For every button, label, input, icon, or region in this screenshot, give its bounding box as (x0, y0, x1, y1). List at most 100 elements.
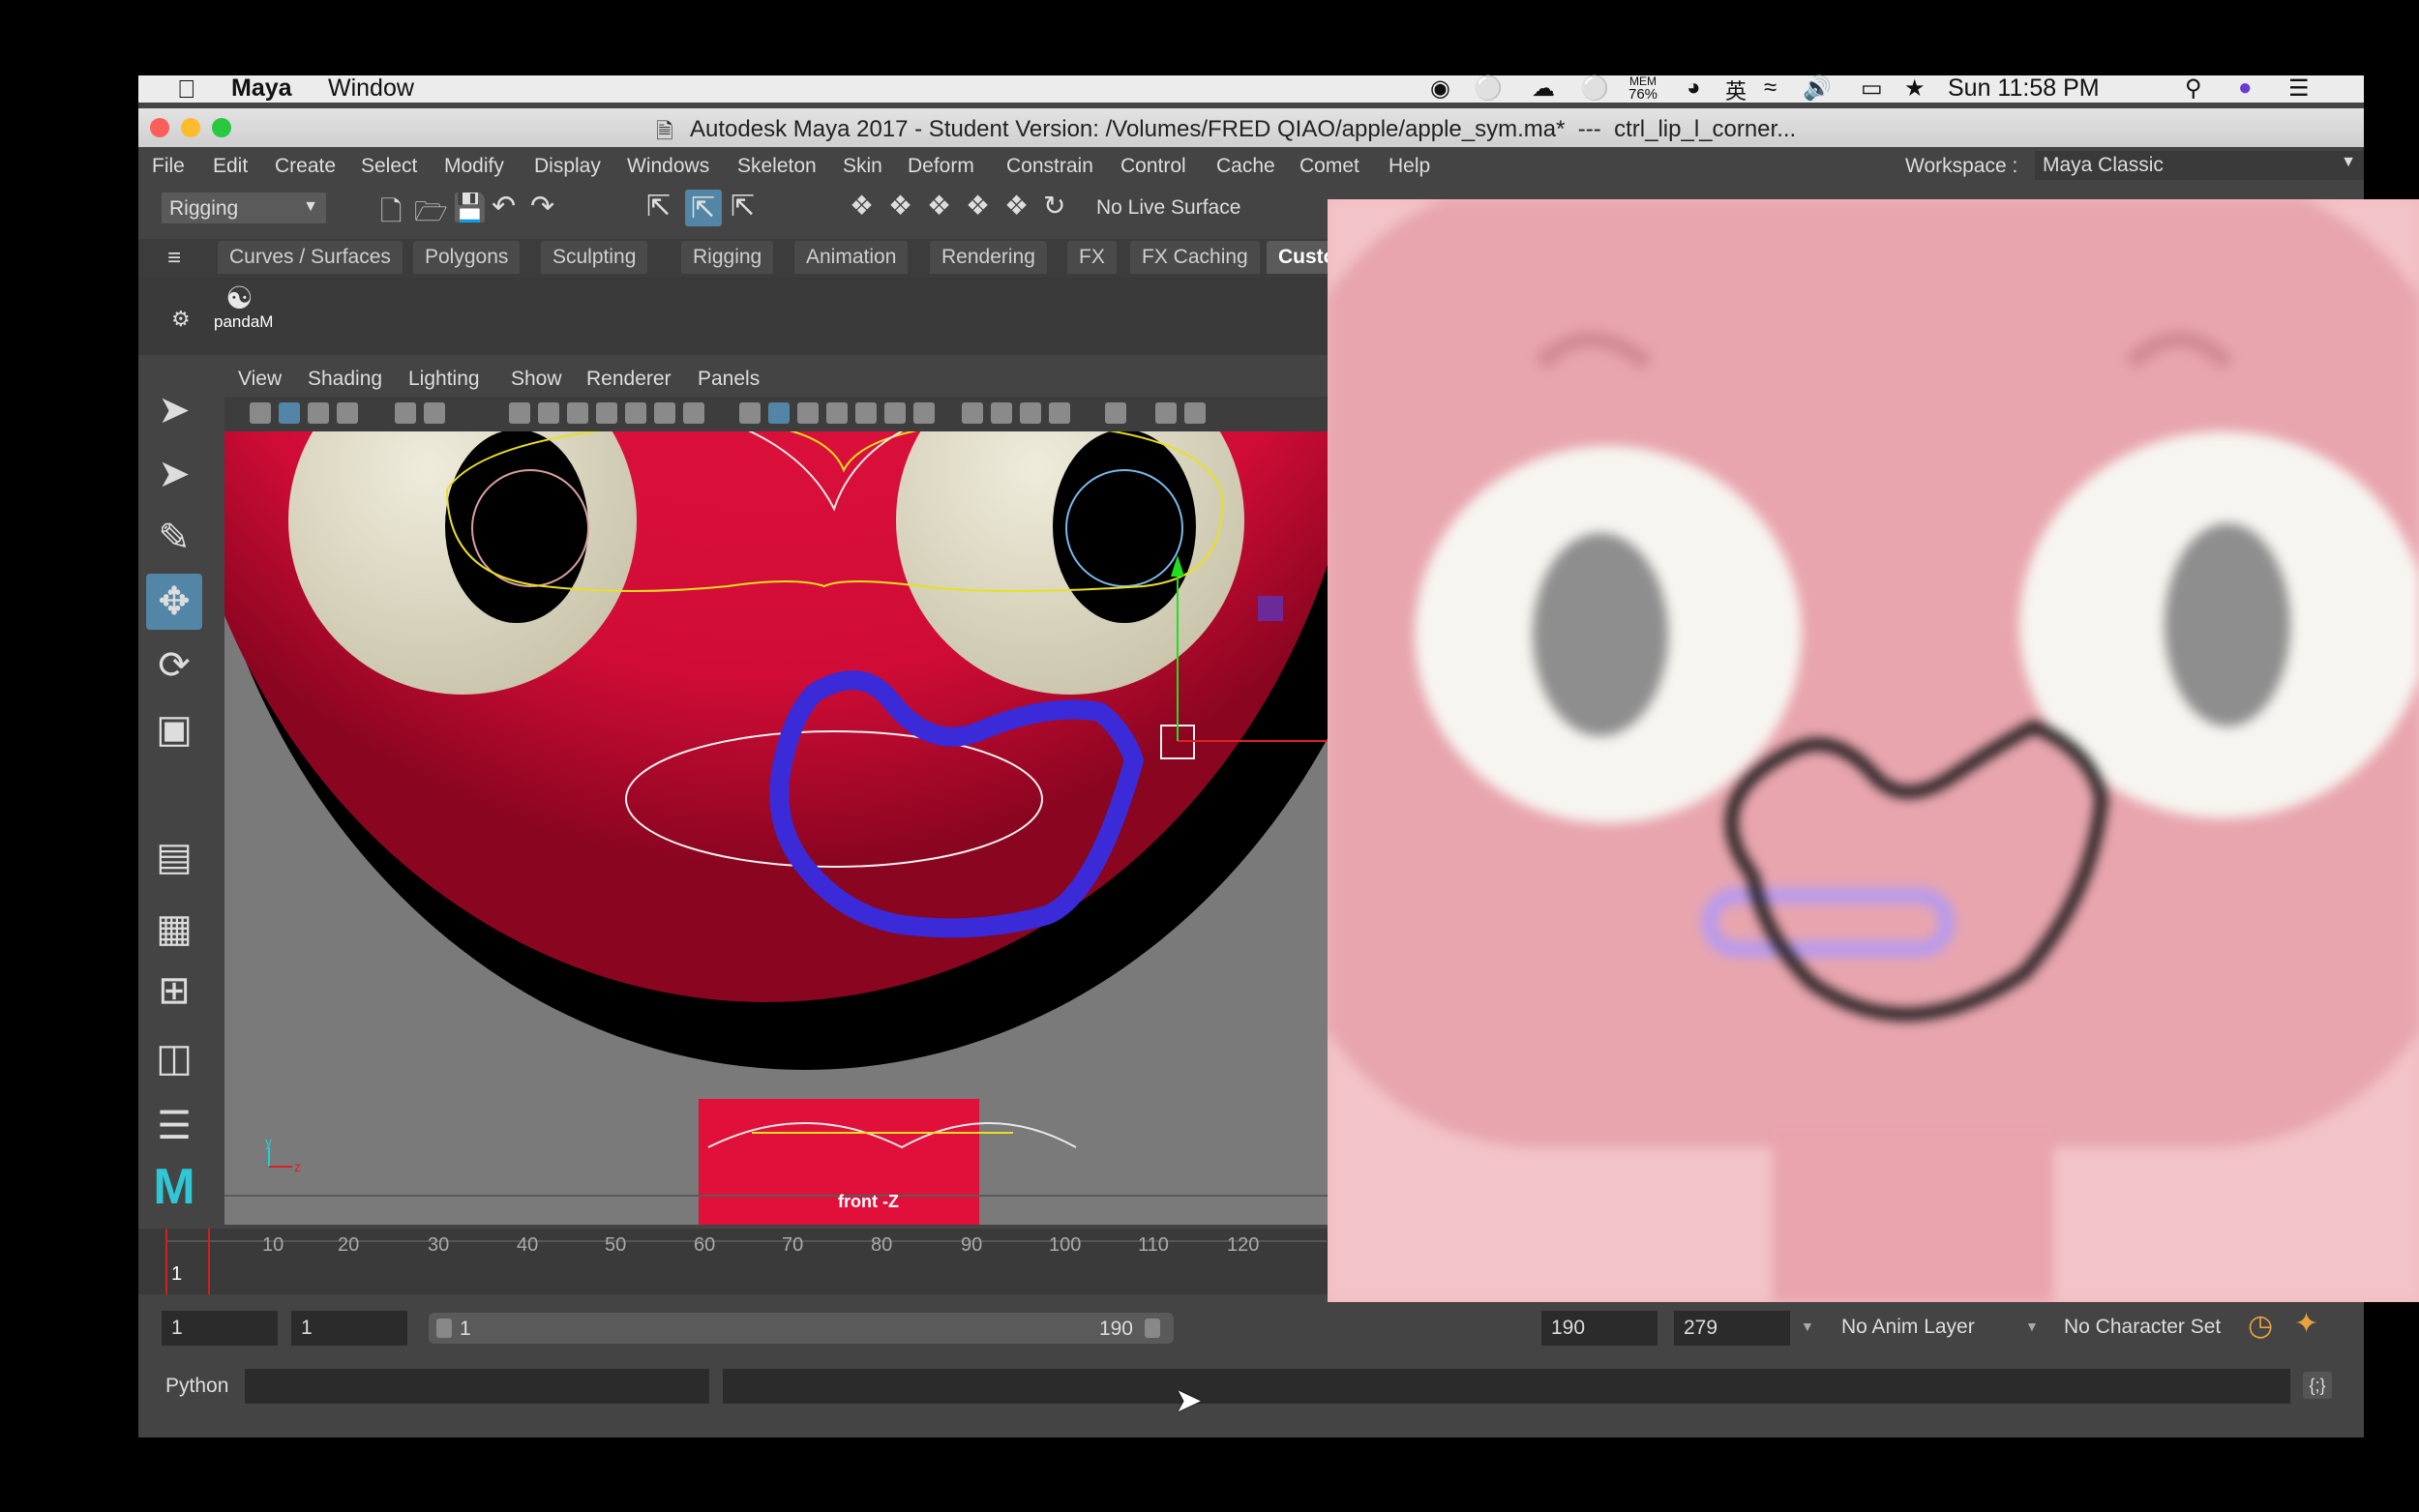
apple-icon[interactable]:  (177, 74, 196, 104)
xray-joints-icon[interactable] (1155, 402, 1177, 424)
battery-icon[interactable]: ▭ (1861, 74, 1883, 103)
notification-center-icon[interactable]: ☰ (2288, 74, 2310, 103)
shadows-icon[interactable] (913, 402, 935, 424)
tab-rigging[interactable]: Rigging (681, 241, 774, 274)
cloud-upload-icon[interactable]: ☁ (1532, 74, 1555, 103)
spotlight-search-icon[interactable]: ⚲ (2185, 74, 2202, 103)
single-view-layout-icon[interactable]: ▦ (146, 901, 202, 957)
menu-comet[interactable]: Comet (1299, 155, 1359, 178)
panel-menu-view[interactable]: View (238, 368, 282, 391)
menu-deform[interactable]: Deform (908, 155, 974, 178)
open-scene-icon[interactable]: 🗁 (414, 192, 448, 238)
tab-animation[interactable]: Animation (794, 241, 909, 274)
script-editor-icon[interactable]: {;} (2303, 1372, 2332, 1399)
sync-icon[interactable]: ⚪ (1580, 74, 1609, 103)
wireframe-icon[interactable] (739, 402, 761, 424)
scale-tool-icon[interactable]: ▣ (146, 701, 202, 757)
app-status-icon[interactable]: ⚪ (1474, 74, 1503, 103)
menu-skeleton[interactable]: Skeleton (737, 155, 817, 178)
record-icon[interactable]: ◉ (1430, 74, 1450, 103)
shelf-button-panda[interactable]: ☯ pandaM (212, 280, 273, 338)
two-d-pan-zoom-icon[interactable] (395, 402, 416, 424)
menu-cache[interactable]: Cache (1216, 155, 1275, 178)
menu-file[interactable]: File (152, 155, 185, 178)
close-window-button[interactable] (150, 118, 169, 137)
menu-edit[interactable]: Edit (213, 155, 248, 178)
panel-menu-renderer[interactable]: Renderer (586, 368, 672, 391)
default-material-icon[interactable] (797, 402, 819, 424)
safe-action-icon[interactable] (654, 402, 675, 424)
chevron-down-icon[interactable]: ▼ (1801, 1319, 1814, 1334)
workspace-select[interactable]: Maya Classic ▼ (2035, 151, 2364, 180)
command-input[interactable] (245, 1369, 709, 1404)
menu-create[interactable]: Create (275, 155, 336, 178)
start-frame-field[interactable]: 1 (162, 1311, 278, 1346)
film-gate-icon[interactable] (538, 402, 559, 424)
last-tool-icon[interactable]: ▤ (146, 829, 202, 885)
viewport-front[interactable]: y z front -Z (224, 431, 1328, 1225)
snap-point-icon[interactable]: ❖ (927, 190, 951, 222)
command-language-label[interactable]: Python (165, 1375, 228, 1398)
make-live-icon[interactable]: ↻ (1043, 190, 1065, 222)
resolution-gate-icon[interactable] (567, 402, 588, 424)
select-tool-icon[interactable]: ➤ (146, 382, 202, 438)
rotate-tool-icon[interactable]: ⟳ (146, 637, 202, 694)
grid-toggle-icon[interactable] (509, 402, 530, 424)
snap-curve-icon[interactable]: ❖ (888, 190, 912, 222)
range-slider[interactable]: 1 190 (429, 1313, 1174, 1344)
playback-end-field[interactable]: 190 (1541, 1311, 1657, 1346)
menu-window[interactable]: Window (328, 74, 414, 103)
image-plane-icon[interactable] (337, 402, 358, 424)
two-view-layout-icon[interactable]: ◫ (146, 1030, 202, 1086)
minimize-window-button[interactable] (181, 118, 200, 137)
bookmark-icon[interactable] (308, 402, 329, 424)
range-slider-end-handle[interactable] (1145, 1319, 1160, 1338)
menu-constrain[interactable]: Constrain (1006, 155, 1093, 178)
xray-components-icon[interactable] (1184, 402, 1206, 424)
save-scene-icon[interactable]: 💾 (453, 192, 487, 223)
menu-skin[interactable]: Skin (843, 155, 882, 178)
app-menu-maya[interactable]: Maya (231, 74, 292, 103)
select-by-component-icon[interactable]: ⇱ (731, 190, 755, 223)
isolate-select-icon[interactable] (1105, 402, 1126, 424)
menu-modify[interactable]: Modify (444, 155, 504, 178)
select-by-object-button[interactable]: ⇱ (685, 190, 722, 226)
panel-menu-lighting[interactable]: Lighting (408, 368, 480, 391)
panel-menu-panels[interactable]: Panels (698, 368, 760, 391)
shelf-menu-icon[interactable]: ≡ (167, 245, 181, 272)
multisample-icon[interactable] (1020, 402, 1041, 424)
menu-windows[interactable]: Windows (627, 155, 709, 178)
animation-preferences-icon[interactable]: ✦ (2294, 1307, 2318, 1341)
undo-icon[interactable]: ↶ (492, 190, 516, 223)
auto-key-icon[interactable]: ◷ (2248, 1309, 2273, 1343)
panel-menu-shading[interactable]: Shading (308, 368, 382, 391)
lights-icon[interactable] (884, 402, 906, 424)
snap-surface-icon[interactable]: ❖ (1004, 190, 1029, 222)
grease-pencil-icon[interactable] (424, 402, 445, 424)
shelf-settings-gear-icon[interactable]: ⚙ (171, 307, 191, 332)
snap-view-icon[interactable]: ❖ (966, 190, 990, 222)
zoom-window-button[interactable] (212, 118, 231, 137)
motion-blur-icon[interactable] (991, 402, 1012, 424)
siri-icon[interactable]: ● (2238, 74, 2253, 102)
panel-menu-show[interactable]: Show (511, 368, 562, 391)
wechat-icon[interactable]: ◕ (1687, 74, 1701, 102)
xray-icon[interactable] (855, 402, 877, 424)
select-camera-icon[interactable] (250, 402, 271, 424)
select-by-hierarchy-icon[interactable]: ⇱ (646, 190, 671, 223)
tab-curves-surfaces[interactable]: Curves / Surfaces (218, 241, 403, 274)
menu-select[interactable]: Select (361, 155, 417, 178)
anim-layer-label[interactable]: No Anim Layer (1841, 1316, 1975, 1339)
wifi-icon[interactable]: ≈ (1764, 74, 1777, 102)
menu-help[interactable]: Help (1389, 155, 1430, 178)
field-chart-icon[interactable] (625, 402, 646, 424)
sketch-icon[interactable]: ★ (1904, 74, 1926, 103)
input-method-icon[interactable]: 英 (1725, 74, 1747, 105)
redo-icon[interactable]: ↷ (530, 190, 554, 223)
end-frame-field[interactable]: 279 (1674, 1311, 1790, 1346)
wireframe-on-shaded-icon[interactable] (826, 402, 848, 424)
move-tool-icon[interactable]: ✥ (146, 574, 202, 630)
depth-of-field-icon[interactable] (1049, 402, 1070, 424)
smooth-shade-icon[interactable] (768, 402, 790, 424)
clock[interactable]: Sun 11:58 PM (1948, 74, 2100, 103)
